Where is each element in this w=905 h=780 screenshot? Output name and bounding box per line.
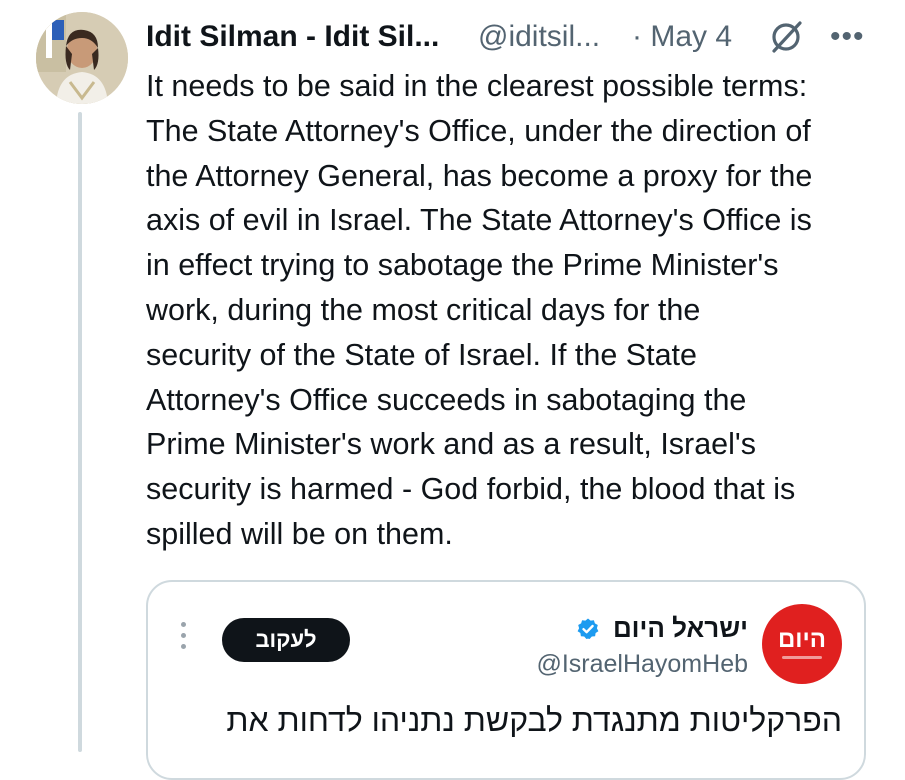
- avatar[interactable]: [36, 12, 128, 104]
- avatar-photo: [36, 12, 128, 104]
- more-horizontal-icon[interactable]: •••: [830, 14, 865, 60]
- quoted-tweet-text: הפרקליטות מתנגדת לבקשת נתניהו לדחות את: [226, 702, 842, 738]
- thread-line: [78, 112, 82, 752]
- israel-hayom-logo[interactable]: היום: [762, 604, 842, 684]
- more-vertical-icon[interactable]: [180, 622, 188, 658]
- quoted-author-handle[interactable]: @IsraelHayomHeb: [478, 646, 748, 682]
- logo-text: היום: [778, 626, 826, 653]
- logo-tagline-mark: [782, 656, 822, 659]
- tweet-header: Idit Silman - Idit Sil... @iditsil... · …: [146, 14, 886, 60]
- author-handle[interactable]: @iditsil...: [478, 14, 600, 60]
- author-name[interactable]: Idit Silman - Idit Sil...: [146, 14, 439, 60]
- grok-slash-circle-icon[interactable]: [766, 20, 806, 54]
- quoted-author-name-row[interactable]: ישראל היום: [508, 608, 748, 648]
- quoted-tweet-card[interactable]: לעקוב ישראל היום @IsraelHayomHeb היום הפ…: [146, 580, 866, 780]
- follow-button[interactable]: לעקוב: [222, 618, 350, 662]
- tweet-text: It needs to be said in the clearest poss…: [146, 69, 813, 551]
- tweet-date[interactable]: · May 4: [632, 14, 732, 60]
- verified-badge-icon: [577, 618, 599, 639]
- quoted-author-name: ישראל היום: [612, 613, 748, 643]
